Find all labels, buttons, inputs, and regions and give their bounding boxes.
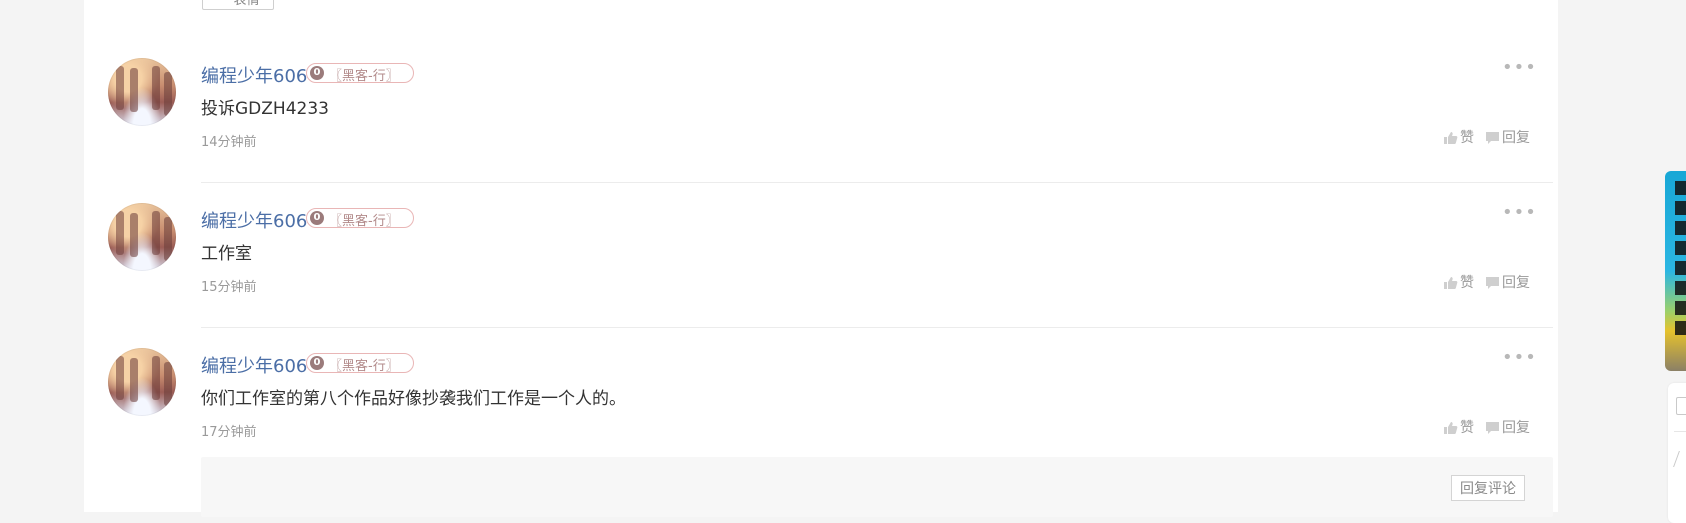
comment-divider — [201, 182, 1553, 183]
badge-title: 〖黑客-行〗 — [329, 359, 399, 374]
like-button[interactable]: 赞 — [1443, 129, 1479, 147]
comment-divider — [201, 327, 1553, 328]
comment-bubble-icon — [1486, 132, 1499, 144]
comment-actions: 赞 回复 — [1443, 129, 1553, 147]
comment-username[interactable]: 编程少年606 — [201, 207, 307, 233]
avatar[interactable] — [108, 203, 176, 271]
reply-comment-button[interactable]: 回复评论 — [1451, 475, 1525, 501]
edit-icon[interactable] — [1676, 451, 1686, 467]
comment-username[interactable]: 编程少年606 — [201, 62, 307, 88]
feedback-icon[interactable] — [1676, 397, 1686, 415]
comment-username[interactable]: 编程少年606 — [201, 352, 307, 378]
reply-label: 回复 — [1502, 275, 1530, 291]
avatar[interactable] — [108, 58, 176, 126]
comment-time: 14分钟前 — [201, 135, 257, 150]
side-toolbar — [1668, 383, 1686, 523]
badge-level: 0 — [310, 66, 324, 80]
comment-actions: 赞 回复 — [1443, 274, 1553, 292]
comment-bubble-icon — [1486, 277, 1499, 289]
side-ad-banner[interactable] — [1665, 171, 1686, 371]
comment-text: 投诉GDZH4233 — [201, 99, 329, 119]
like-label: 赞 — [1460, 420, 1474, 436]
comment-actions: 赞 回复 — [1443, 419, 1553, 437]
comment-bubble-icon — [1486, 422, 1499, 434]
badge-level: 0 — [310, 356, 324, 370]
like-label: 赞 — [1460, 275, 1474, 291]
reply-label: 回复 — [1502, 420, 1530, 436]
user-badge: 0 〖黑客-行〗 — [306, 353, 414, 374]
thumbs-up-icon — [1444, 277, 1458, 289]
comment-time: 17分钟前 — [201, 425, 257, 440]
ellipsis-icon[interactable]: ••• — [1502, 59, 1536, 77]
thumbs-up-icon — [1444, 422, 1458, 434]
emoji-button[interactable]: ··· 表情 — [202, 0, 274, 10]
like-button[interactable]: 赞 — [1443, 274, 1479, 292]
comments-panel: ··· 表情 编程少年606 0 〖黑客-行〗 投诉GDZH4233 14分钟前… — [84, 0, 1558, 517]
reply-label: 回复 — [1502, 130, 1530, 146]
user-badge: 0 〖黑客-行〗 — [306, 208, 414, 229]
ellipsis-icon[interactable]: ••• — [1502, 349, 1536, 367]
reply-button[interactable]: 回复 — [1485, 274, 1535, 292]
side-toolbar-divider — [1674, 431, 1686, 432]
reply-button[interactable]: 回复 — [1485, 129, 1535, 147]
thumbs-up-icon — [1444, 132, 1458, 144]
comment-text: 工作室 — [201, 244, 252, 264]
user-badge: 0 〖黑客-行〗 — [306, 63, 414, 84]
comment-text: 你们工作室的第八个作品好像抄袭我们工作是一个人的。 — [201, 389, 626, 409]
avatar[interactable] — [108, 348, 176, 416]
badge-level: 0 — [310, 211, 324, 225]
comment-item: 编程少年606 0 〖黑客-行〗 工作室 15分钟前 ••• 赞 回复 — [84, 203, 1558, 348]
comment-time: 15分钟前 — [201, 280, 257, 295]
badge-title: 〖黑客-行〗 — [329, 214, 399, 229]
ellipsis-icon[interactable]: ••• — [1502, 204, 1536, 222]
badge-title: 〖黑客-行〗 — [329, 69, 399, 84]
comment-item: 编程少年606 0 〖黑客-行〗 投诉GDZH4233 14分钟前 ••• 赞 … — [84, 58, 1558, 203]
reply-box[interactable]: 回复评论 — [201, 457, 1553, 517]
reply-button[interactable]: 回复 — [1485, 419, 1535, 437]
like-button[interactable]: 赞 — [1443, 419, 1479, 437]
like-label: 赞 — [1460, 130, 1474, 146]
